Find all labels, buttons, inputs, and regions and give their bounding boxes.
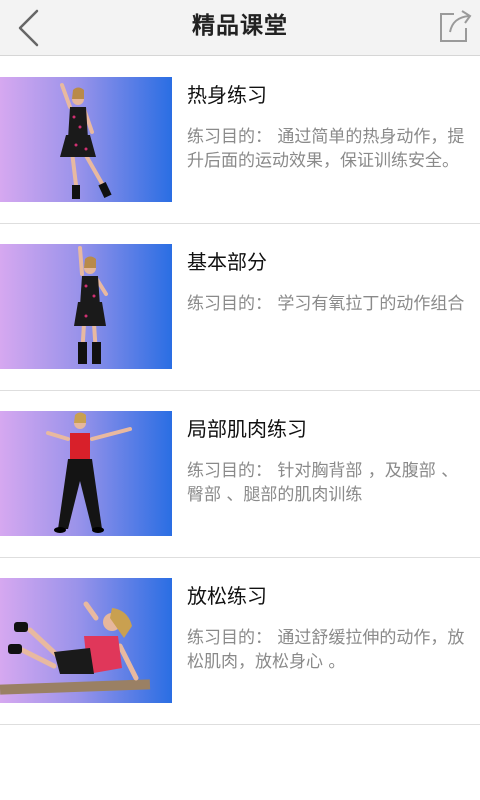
lesson-title: 基本部分 [187,250,267,274]
lesson-thumbnail [0,411,172,536]
lesson-item[interactable]: 局部肌肉练习 练习目的： 针对胸背部 ，及腹部 、臀部 、腿部的肌肉训练 [0,391,480,558]
lesson-title: 放松练习 [187,584,267,608]
lesson-item[interactable]: 放松练习 练习目的： 通过舒缓拉伸的动作，放松肌肉，放松身心 。 [0,558,480,725]
lesson-description: 练习目的： 学习有氧拉丁的动作组合 [187,294,465,314]
lesson-title: 热身练习 [187,83,267,107]
lesson-list: 热身练习 练习目的： 通过简单的热身动作，提升后面的运动效果，保证训练安全。 基… [0,57,480,725]
lesson-description: 练习目的： 通过舒缓拉伸的动作，放松肌肉，放松身心 。 [187,628,465,672]
dancer-image [60,83,112,199]
dancer-image [0,601,151,695]
share-button[interactable] [438,8,474,44]
lesson-title: 局部肌肉练习 [187,417,307,441]
page-title: 精品课堂 [192,13,288,39]
share-icon [440,10,472,42]
lesson-item[interactable]: 基本部分 练习目的： 学习有氧拉丁的动作组合 [0,224,480,391]
lesson-description: 练习目的： 针对胸背部 ，及腹部 、臀部 、腿部的肌肉训练 [187,461,459,505]
dancer-image [46,412,132,533]
app-header: 精品课堂 [0,0,480,56]
lesson-item[interactable]: 热身练习 练习目的： 通过简单的热身动作，提升后面的运动效果，保证训练安全。 [0,57,480,224]
lesson-thumbnail [0,244,172,369]
lesson-description: 练习目的： 通过简单的热身动作，提升后面的运动效果，保证训练安全。 [187,127,465,171]
lesson-thumbnail [0,578,172,703]
dancer-image [74,246,108,364]
lesson-thumbnail [0,77,172,202]
